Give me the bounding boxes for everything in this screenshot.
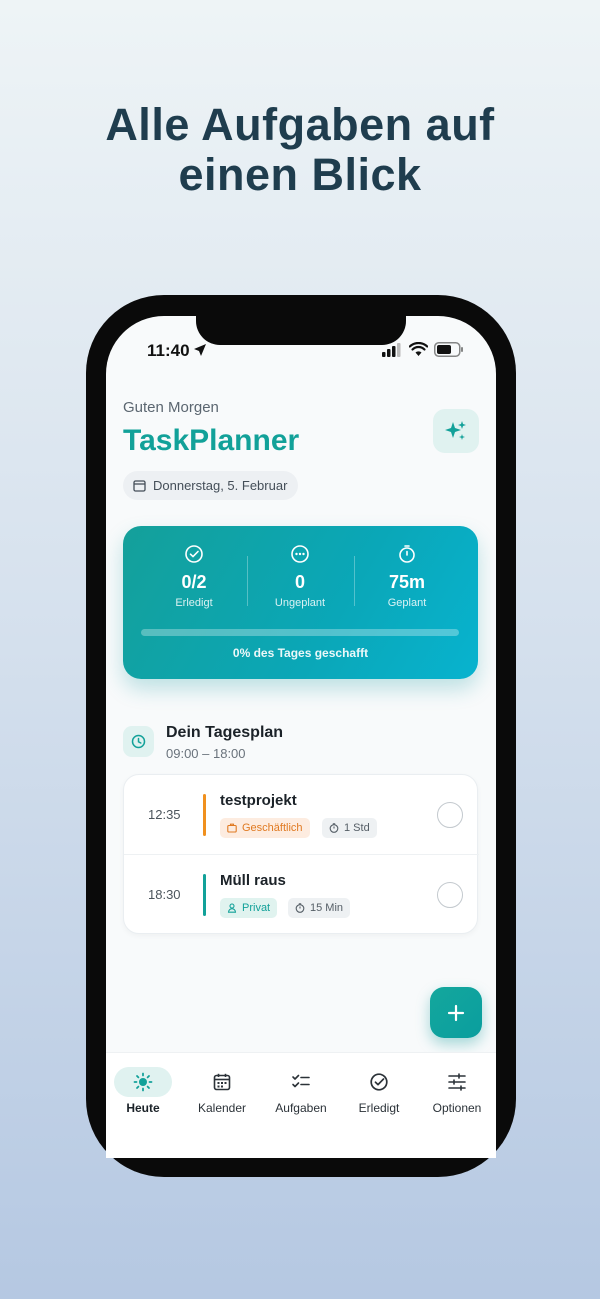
stat-planned-label: Geplant [387,597,427,609]
task-duration-label: 15 Min [310,902,344,914]
check-circle-icon [370,1073,388,1091]
task-category-label: Geschäftlich [242,822,303,834]
task-category-tag: Privat [220,898,278,918]
status-time: 11:40 [147,341,190,360]
signal-icon [382,343,401,357]
stats-card: 0/2 Erledigt 0 Ungeplant 75m Geplant 0% … [123,526,478,679]
app-title: TaskPlanner [123,424,300,457]
sliders-icon [448,1073,466,1091]
stat-planned: 75m Geplant [352,544,462,609]
task-duration-tag: 1 Std [322,818,377,838]
day-progress-bar [141,629,459,636]
battery-icon [434,342,463,357]
task-category-label: Privat [242,902,271,914]
wifi-icon [409,342,428,356]
stat-done-label: Erledigt [175,597,213,609]
task-duration-label: 1 Std [344,822,370,834]
day-progress-text: 0% des Tages geschafft [232,646,369,660]
promo-headline: Alle Aufgaben auf einen Blick [0,100,600,200]
day-plan-icon-box [123,726,154,757]
plus-icon [447,1004,465,1021]
day-plan-range: 09:00 – 18:00 [166,746,246,761]
stat-unplanned-value: 0 [294,572,305,592]
stat-unplanned-label: Ungeplant [274,597,326,609]
task-list: 12:35 testprojekt Geschäftlich 1 Std 18:… [123,774,479,934]
add-task-button[interactable] [430,987,482,1038]
location-arrow-icon [194,344,206,356]
task-time: 12:35 [148,807,181,822]
sparkle-icon [445,421,466,440]
task-category-tag: Geschäftlich [220,818,310,838]
nav-item-optionen[interactable]: Optionen [417,1067,497,1115]
nav-item-heute[interactable]: Heute [103,1067,183,1115]
bottom-nav: Heute Kalender Aufgaben Erledigt Optione… [106,1052,496,1158]
stat-done: 0/2 Erledigt [139,544,249,609]
sun-icon [133,1072,153,1092]
stat-unplanned: 0 Ungeplant [245,544,355,609]
nav-label: Heute [126,1101,160,1115]
nav-item-erledigt[interactable]: Erledigt [339,1067,419,1115]
task-duration-tag: 15 Min [288,898,351,918]
task-color-bar [203,874,206,916]
date-chip[interactable]: Donnerstag, 5. Februar [123,471,299,500]
nav-label: Aufgaben [275,1101,327,1115]
task-complete-checkbox[interactable] [437,802,463,828]
headline-line-2: einen Blick [178,149,422,200]
task-name: Müll raus [220,872,286,889]
nav-label: Optionen [432,1101,482,1115]
task-row[interactable]: 12:35 testprojekt Geschäftlich 1 Std [124,775,479,855]
person-icon [227,903,237,913]
task-time: 18:30 [148,887,181,902]
clock-icon [131,734,146,749]
stat-planned-value: 75m [388,572,426,592]
nav-label: Kalender [197,1101,247,1115]
timer-small-icon [295,903,305,913]
nav-item-kalender[interactable]: Kalender [182,1067,262,1115]
task-complete-checkbox[interactable] [437,882,463,908]
nav-item-aufgaben[interactable]: Aufgaben [261,1067,341,1115]
task-row[interactable]: 18:30 Müll raus Privat 15 Min [124,854,479,934]
stat-done-value: 0/2 [181,572,207,592]
checklist-icon [292,1074,310,1088]
timer-small-icon [329,823,339,833]
calendar-small-icon [133,480,146,492]
task-name: testprojekt [220,792,297,809]
date-label: Donnerstag, 5. Februar [153,478,288,493]
greeting-text: Guten Morgen [123,399,219,416]
timer-icon [399,545,415,563]
headline-line-1: Alle Aufgaben auf [105,99,495,150]
briefcase-icon [227,823,237,833]
day-plan-title: Dein Tagesplan [166,724,284,741]
calendar-icon [213,1073,231,1091]
more-circle-icon [291,545,309,563]
phone-notch [196,300,406,345]
nav-label: Erledigt [358,1101,400,1115]
ai-sparkle-button[interactable] [433,409,479,453]
task-color-bar [203,794,206,836]
check-circle-icon [185,545,203,563]
